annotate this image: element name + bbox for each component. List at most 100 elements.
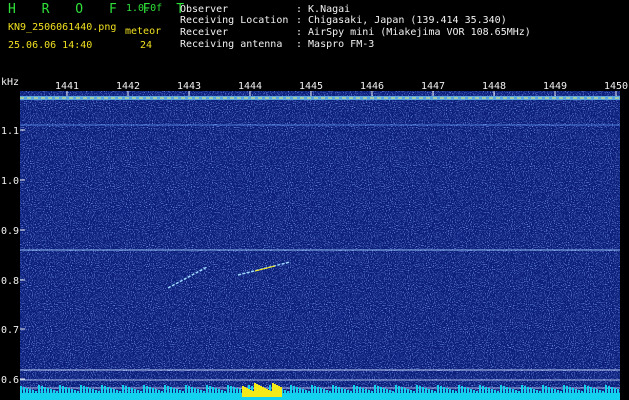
y-tick-label: 1.0 [1, 176, 19, 187]
power-bar [413, 391, 415, 393]
power-bar [182, 391, 184, 393]
power-bar [617, 389, 619, 393]
power-bar [422, 387, 424, 393]
power-bar [116, 390, 118, 393]
power-bar [71, 389, 73, 393]
power-bar [23, 387, 25, 393]
power-bar [92, 389, 94, 393]
power-bar [467, 388, 469, 393]
power-bar [461, 386, 463, 393]
power-bar [329, 391, 331, 393]
power-bar [569, 387, 571, 393]
power-bar [86, 387, 88, 393]
power-bar [482, 386, 484, 393]
x-tick-label: 1447 [421, 81, 445, 92]
power-bar [47, 388, 49, 393]
power-bar [59, 385, 61, 393]
power-bar [614, 388, 616, 393]
power-bar [230, 386, 232, 393]
power-bar [287, 391, 289, 393]
power-bar [557, 390, 559, 393]
power-bar [161, 391, 163, 393]
power-peak [280, 387, 282, 397]
power-bar [344, 389, 346, 393]
power-bar [65, 387, 67, 393]
power-bar [458, 385, 460, 393]
power-bar [191, 387, 193, 393]
power-bar [431, 390, 433, 393]
power-bar [26, 388, 28, 393]
power-bar [533, 389, 535, 393]
power-bar [608, 386, 610, 393]
power-bar [518, 391, 520, 393]
power-bar [605, 385, 607, 393]
power-peak [250, 390, 252, 397]
power-bar [158, 390, 160, 393]
power-bar [383, 388, 385, 393]
power-bar [122, 385, 124, 393]
power-bar [593, 388, 595, 393]
power-bar [446, 388, 448, 393]
app-title: H R O F F T [8, 2, 194, 17]
power-bar [143, 385, 145, 393]
power-bar [224, 391, 226, 393]
datetime-label: 25.06.06 14:40 [8, 40, 93, 51]
power-bar [149, 387, 151, 393]
power-bar [128, 387, 130, 393]
power-bar [188, 386, 190, 393]
power-bar [380, 387, 382, 393]
power-bar [587, 386, 589, 393]
x-tick-label: 1441 [55, 81, 79, 92]
power-bar [209, 386, 211, 393]
filename-label: KN9_2506061440.png [8, 22, 117, 33]
power-bar [95, 390, 97, 393]
power-bar [470, 389, 472, 393]
power-bar [509, 388, 511, 393]
power-bar [578, 390, 580, 393]
power-bar [44, 387, 46, 393]
y-tick-label: 0.7 [1, 325, 19, 336]
power-bar [455, 391, 457, 393]
x-tick-label: 1448 [482, 81, 506, 92]
power-bar [551, 388, 553, 393]
power-bar [302, 389, 304, 393]
power-bar [473, 390, 475, 393]
power-bar [332, 385, 334, 393]
power-bar [419, 386, 421, 393]
power-bar [284, 390, 286, 393]
x-tick-label: 1444 [238, 81, 262, 92]
power-bar [392, 391, 394, 393]
power-bar [38, 385, 40, 393]
power-peak [276, 385, 278, 397]
power-bar [293, 386, 295, 393]
power-peak [260, 386, 262, 397]
power-bar [374, 385, 376, 393]
power-bar [485, 387, 487, 393]
x-tick-label: 1450 [604, 81, 628, 92]
power-bar [440, 386, 442, 393]
power-bar [179, 390, 181, 393]
power-peak [274, 384, 276, 397]
y-tick-label: 0.6 [1, 375, 19, 386]
power-bar [560, 391, 562, 393]
power-bar [335, 386, 337, 393]
power-bar [548, 387, 550, 393]
power-bar [449, 389, 451, 393]
power-bar [452, 390, 454, 393]
power-bar [185, 385, 187, 393]
power-bar [173, 388, 175, 393]
power-bar [359, 387, 361, 393]
power-bar [146, 386, 148, 393]
power-bar [311, 385, 313, 393]
info-value-receiver: : AirSpy mini (Miakejima VOR 108.65MHz) [296, 27, 531, 38]
power-bar [215, 388, 217, 393]
power-bar [401, 387, 403, 393]
power-bar [320, 388, 322, 393]
power-bar [536, 390, 538, 393]
power-bar [515, 390, 517, 393]
power-bar [134, 389, 136, 393]
power-bar [410, 390, 412, 393]
power-bar [56, 391, 58, 393]
power-bar [137, 390, 139, 393]
power-bar [101, 385, 103, 393]
